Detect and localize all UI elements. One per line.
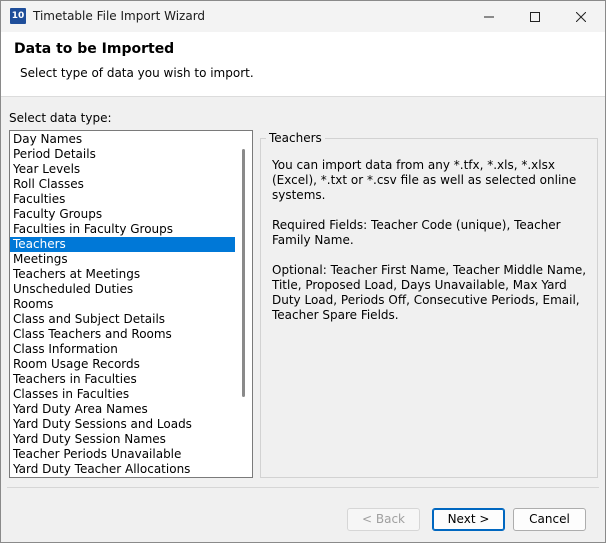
data-type-label: Select data type: (9, 111, 112, 125)
list-item[interactable]: Teacher Periods Unavailable (10, 447, 235, 462)
list-item[interactable]: Yard Duty Session Names (10, 432, 235, 447)
title-bar[interactable]: 10 Timetable File Import Wizard (1, 1, 605, 32)
list-item[interactable]: Rooms (10, 297, 235, 312)
close-button[interactable] (558, 1, 604, 32)
maximize-icon (530, 11, 540, 22)
list-item[interactable]: Class Teachers and Rooms (10, 327, 235, 342)
details-title: Teachers (266, 131, 325, 145)
wizard-footer (7, 487, 599, 538)
details-paragraph: Optional: Teacher First Name, Teacher Mi… (272, 263, 587, 322)
list-item[interactable]: Class and Subject Details (10, 312, 235, 327)
list-item[interactable]: Faculty Groups (10, 207, 235, 222)
listbox-scrollbar[interactable] (242, 149, 245, 397)
close-icon (576, 11, 586, 22)
data-type-list: Day Names Period Details Year Levels Roll C… (10, 131, 252, 477)
list-item[interactable]: Teachers (10, 237, 235, 252)
import-wizard-window: 10 Timetable File Import Wizard Data to … (0, 0, 606, 543)
list-item[interactable]: Teachers in Faculties (10, 372, 235, 387)
list-item[interactable]: Classes in Faculties (10, 387, 235, 402)
details-paragraph: Required Fields: Teacher Code (unique), … (272, 218, 561, 247)
page-subtitle: Select type of data you wish to import. (20, 66, 254, 80)
maximize-button[interactable] (512, 1, 558, 32)
list-item[interactable]: Faculties in Faculty Groups (10, 222, 235, 237)
list-item[interactable]: Teachers at Meetings (10, 267, 235, 282)
list-item[interactable]: Class Information (10, 342, 235, 357)
app-icon: 10 (10, 8, 26, 24)
list-item[interactable]: Unscheduled Duties (10, 282, 235, 297)
page-title: Data to be Imported (14, 41, 175, 57)
list-item[interactable]: Year Levels (10, 162, 235, 177)
data-type-listbox[interactable]: Day Names Period Details Year Levels Roll C… (9, 130, 253, 478)
minimize-button[interactable] (466, 1, 512, 32)
list-item[interactable]: Yard Duty Area Names (10, 402, 235, 417)
back-button[interactable]: < Back (347, 508, 420, 531)
next-button[interactable]: Next > (432, 508, 505, 531)
wizard-header: Data to be Imported Select type of data … (1, 32, 605, 97)
details-text: You can import data from any *.tfx, *.xl… (272, 158, 592, 338)
cancel-button[interactable]: Cancel (513, 508, 586, 531)
details-paragraph: You can import data from any *.tfx, *.xl… (272, 158, 577, 202)
list-item[interactable]: Yard Duty Sessions and Loads (10, 417, 235, 432)
list-item[interactable]: Room Usage Records (10, 357, 235, 372)
minimize-icon (484, 16, 494, 17)
list-item[interactable]: Period Details (10, 147, 235, 162)
list-item[interactable]: Yard Duty Teacher Allocations (10, 462, 235, 477)
list-item[interactable]: Roll Classes (10, 177, 235, 192)
list-item[interactable]: Faculties (10, 192, 235, 207)
list-item[interactable]: Meetings (10, 252, 235, 267)
list-item[interactable]: Day Names (10, 132, 235, 147)
window-title: Timetable File Import Wizard (33, 9, 206, 23)
